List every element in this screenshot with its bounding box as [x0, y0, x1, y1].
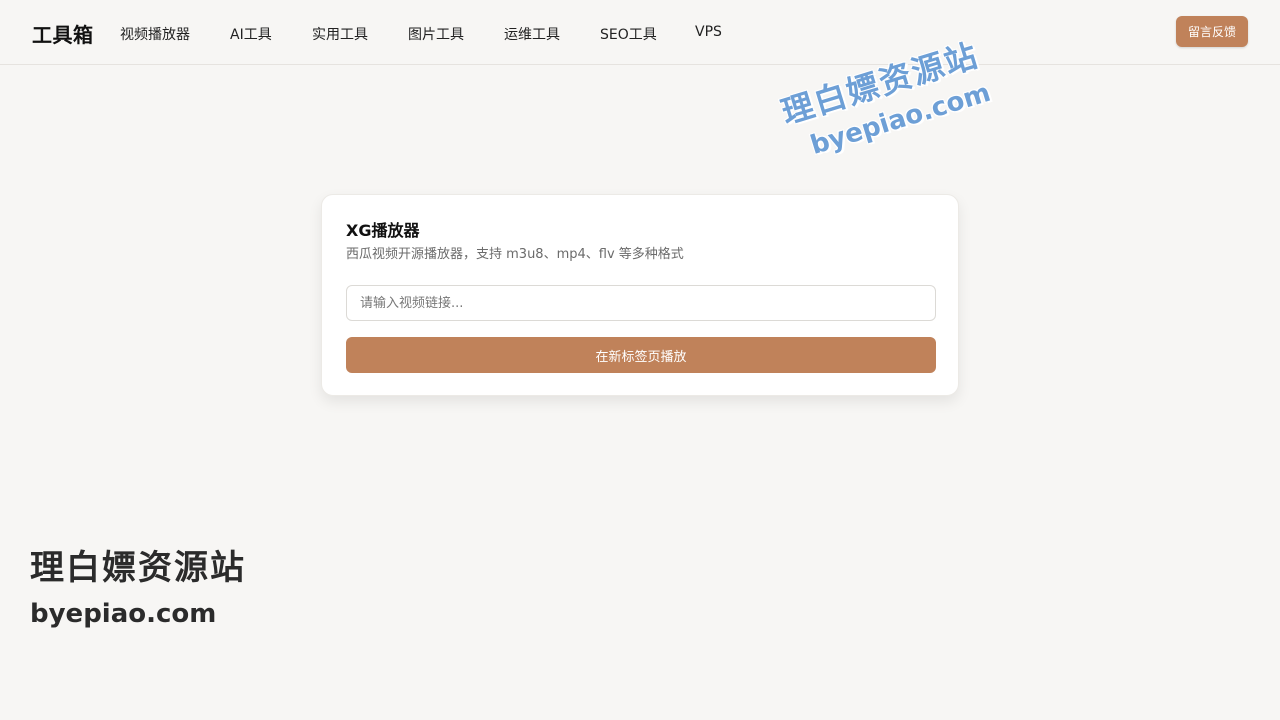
nav-item-vps[interactable]: VPS — [695, 24, 722, 40]
feedback-button[interactable]: 留言反馈 — [1176, 16, 1248, 47]
site-brand[interactable]: 工具箱 — [32, 19, 94, 48]
watermark-bottom: 理白嫖资源站 byepiao.com — [30, 540, 246, 629]
top-navbar: 工具箱 视频播放器 AI工具 实用工具 图片工具 运维工具 SEO工具 VPS … — [0, 0, 1280, 65]
nav-item-devops-tools[interactable]: 运维工具 — [504, 24, 560, 44]
nav-item-ai-tools[interactable]: AI工具 — [230, 24, 272, 44]
nav-item-image-tools[interactable]: 图片工具 — [408, 24, 464, 44]
xg-player-card: XG播放器 西瓜视频开源播放器，支持 m3u8、mp4、flv 等多种格式 在新… — [321, 194, 959, 396]
play-in-new-tab-button[interactable]: 在新标签页播放 — [346, 337, 936, 373]
card-subtitle: 西瓜视频开源播放器，支持 m3u8、mp4、flv 等多种格式 — [346, 247, 684, 262]
nav-item-video-player[interactable]: 视频播放器 — [120, 24, 190, 44]
nav-item-utility-tools[interactable]: 实用工具 — [312, 24, 368, 44]
watermark-bottom-en: byepiao.com — [30, 599, 217, 629]
video-url-input[interactable] — [346, 285, 936, 321]
card-title: XG播放器 — [346, 221, 420, 240]
nav-item-seo-tools[interactable]: SEO工具 — [600, 24, 657, 44]
watermark-bottom-cn: 理白嫖资源站 — [30, 548, 246, 588]
